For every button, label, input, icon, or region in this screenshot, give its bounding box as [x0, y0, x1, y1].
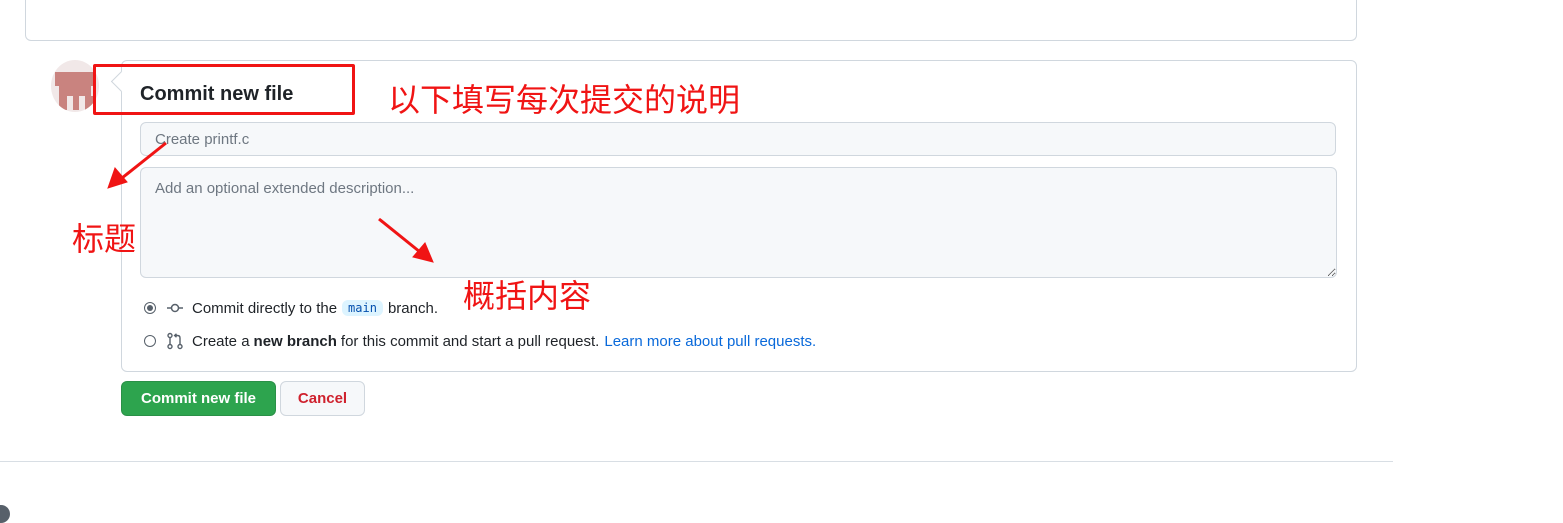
annotation-arrow-title	[107, 141, 167, 189]
annotation-arrow-content	[378, 217, 434, 263]
annotation-arrows	[107, 141, 434, 263]
